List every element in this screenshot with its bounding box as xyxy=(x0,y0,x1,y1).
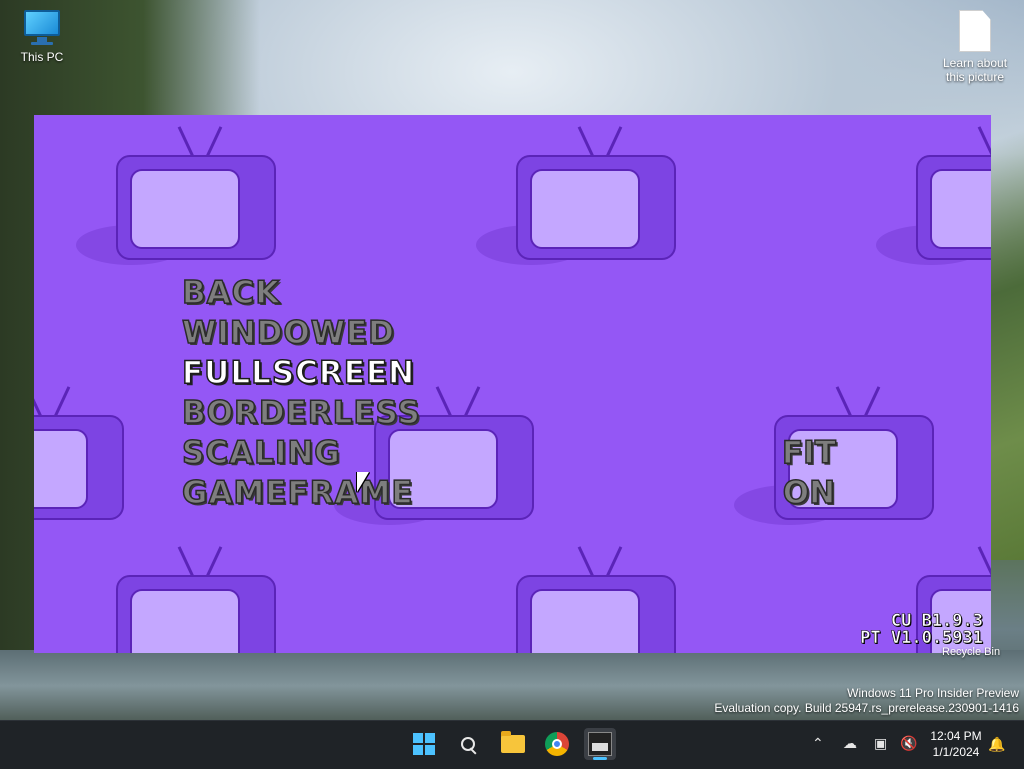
file-explorer-icon xyxy=(501,731,525,753)
this-pc-icon xyxy=(22,10,62,46)
gameframe-value[interactable]: ON xyxy=(782,473,836,513)
chevron-up-icon[interactable]: ⌃ xyxy=(812,735,824,752)
tv-decoration xyxy=(76,125,281,265)
volume-muted-icon[interactable]: 🔇 xyxy=(900,735,917,752)
option-values: FIT ON xyxy=(781,433,836,513)
active-app-indicator xyxy=(593,757,607,760)
mouse-cursor-icon xyxy=(357,472,369,492)
document-icon xyxy=(959,10,991,52)
game-app-button[interactable] xyxy=(584,728,616,760)
menu-item-borderless[interactable]: BORDERLESS xyxy=(181,393,421,433)
watermark-build: Evaluation copy. Build 25947.rs_prerelea… xyxy=(714,701,1019,715)
cloud-off-icon[interactable]: ☁ xyxy=(843,735,857,752)
clock-time: 12:04 PM xyxy=(930,729,982,743)
scaling-value[interactable]: FIT xyxy=(781,433,836,473)
menu-item-scaling[interactable]: SCALING xyxy=(181,433,421,473)
tv-decoration xyxy=(34,385,129,520)
game-window[interactable]: BACK WINDOWED FULLSCREEN BORDERLESS SCAL… xyxy=(34,115,991,653)
menu-item-gameframe[interactable]: GAMEFRAME xyxy=(181,473,421,513)
tv-decoration xyxy=(476,125,681,265)
notification-bell-icon[interactable]: 🔔 xyxy=(988,736,1005,752)
menu-item-windowed[interactable]: WINDOWED xyxy=(181,313,421,353)
game-app-icon xyxy=(588,732,612,756)
desktop-icon-this-pc[interactable]: This PC xyxy=(0,10,84,64)
chrome-button[interactable] xyxy=(541,728,573,760)
chrome-icon xyxy=(545,732,569,756)
file-explorer-button[interactable] xyxy=(497,728,529,760)
version-info: CU B1.9.3 PT V1.0.5931 xyxy=(860,612,983,648)
desktop-icon-label: Learn about this picture xyxy=(942,56,1008,84)
version-line-pt: PT V1.0.5931 xyxy=(860,628,983,648)
start-button[interactable] xyxy=(408,728,440,760)
tv-decoration xyxy=(876,125,991,265)
menu-item-fullscreen[interactable]: FULLSCREEN xyxy=(181,353,421,393)
search-button[interactable] xyxy=(452,728,484,760)
tv-decoration xyxy=(116,545,281,653)
clock-date: 1/1/2024 xyxy=(932,745,980,759)
desktop-icon-label: This PC xyxy=(20,50,64,64)
windows-watermark: Windows 11 Pro Insider Preview Evaluatio… xyxy=(714,686,1019,716)
options-menu: BACK WINDOWED FULLSCREEN BORDERLESS SCAL… xyxy=(181,273,421,513)
watermark-edition: Windows 11 Pro Insider Preview xyxy=(847,686,1019,700)
tv-decoration xyxy=(516,545,681,653)
network-icon[interactable]: ▣ xyxy=(874,735,887,752)
menu-item-back[interactable]: BACK xyxy=(181,273,421,313)
taskbar-clock[interactable]: 12:04 PM 1/1/2024 xyxy=(924,728,988,760)
desktop-icon-learn-about-picture[interactable]: Learn about this picture xyxy=(933,10,1017,84)
start-icon xyxy=(412,732,436,756)
recycle-bin-label[interactable]: Recycle Bin xyxy=(942,646,1000,658)
